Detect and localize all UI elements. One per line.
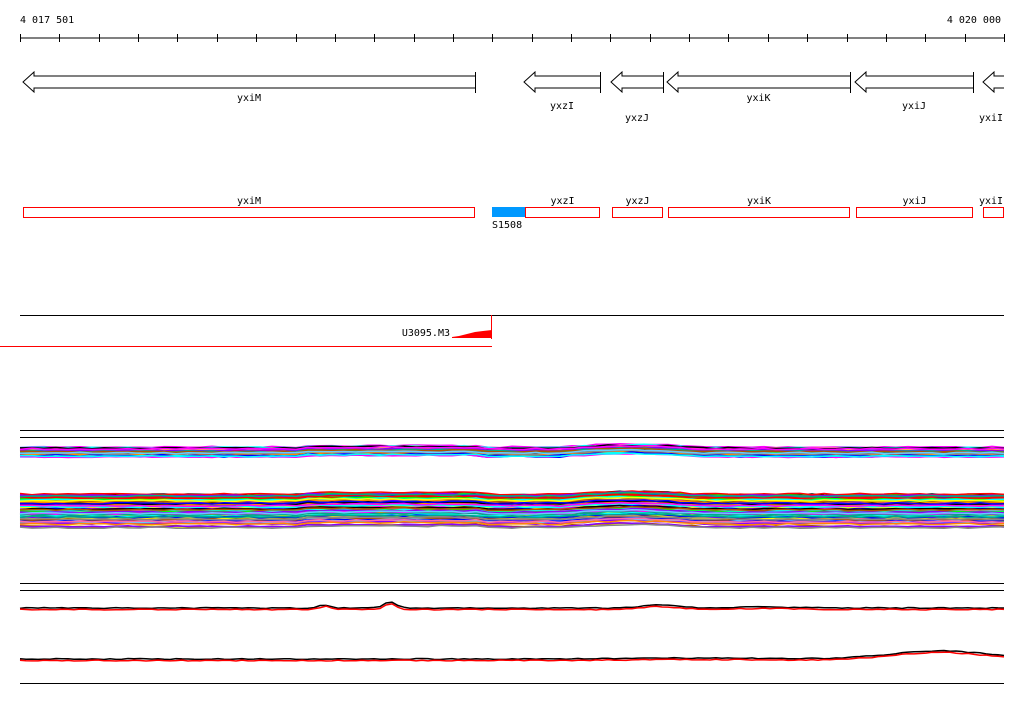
feature-box-yxiJ[interactable]: yxiJ — [856, 196, 973, 218]
feature-label: yxiJ — [902, 196, 926, 207]
gene-arrow-yxiM[interactable]: yxiM — [22, 70, 476, 104]
expression-tracks — [19, 430, 1005, 684]
expression-summary-line — [19, 603, 1005, 611]
feature-label: yxiK — [747, 196, 771, 207]
segment-s1508[interactable]: S1508 — [492, 207, 525, 231]
feature-box-yxzI[interactable]: yxzI — [525, 196, 600, 218]
gene-arrow-yxzJ[interactable]: yxzJ — [610, 70, 664, 124]
expression-summary-line — [19, 601, 1005, 610]
gene-label: yxiJ — [902, 101, 926, 112]
ruler-end-label: 4 020 000 — [947, 15, 1001, 26]
feature-box-yxiM[interactable]: yxiM — [23, 196, 475, 218]
segment-label: S1508 — [492, 220, 522, 231]
gene-label: yxiI — [979, 113, 1003, 124]
feature-label: yxzJ — [625, 196, 649, 207]
gene-label: yxzJ — [625, 113, 649, 124]
transcript-track: U3095.M3 — [0, 315, 1004, 347]
transcript-label[interactable]: U3095.M3 — [402, 328, 450, 339]
gene-arrow-yxiI[interactable]: yxiI — [979, 70, 1004, 124]
gene-label: yxiK — [746, 93, 770, 104]
feature-label: yxzI — [550, 196, 574, 207]
feature-label: yxiM — [237, 196, 261, 207]
ruler-start-label: 4 017 501 — [20, 15, 74, 26]
genome-browser-canvas: 4 017 501 4 020 000 yxiM yxzI yxzJ yxiK yxiJ… — [0, 15, 1005, 684]
feature-box-yxiI[interactable]: yxiI — [979, 196, 1004, 218]
gene-arrow-yxiJ[interactable]: yxiJ — [854, 70, 974, 112]
gene-arrow-track: yxiM yxzI yxzJ yxiK yxiJ yxiI — [22, 70, 1004, 124]
coordinate-ruler: 4 017 501 4 020 000 — [20, 15, 1005, 42]
transcript-signal-ramp — [452, 330, 492, 338]
gene-label: yxzI — [550, 101, 574, 112]
expression-profile-line — [19, 490, 1005, 496]
feature-box-yxiK[interactable]: yxiK — [668, 196, 850, 218]
feature-label: yxiI — [979, 196, 1003, 207]
gene-label: yxiM — [237, 93, 261, 104]
feature-box-yxzJ[interactable]: yxzJ — [612, 196, 663, 218]
gene-arrow-yxzI[interactable]: yxzI — [523, 70, 601, 112]
gene-arrow-yxiK[interactable]: yxiK — [666, 70, 851, 104]
